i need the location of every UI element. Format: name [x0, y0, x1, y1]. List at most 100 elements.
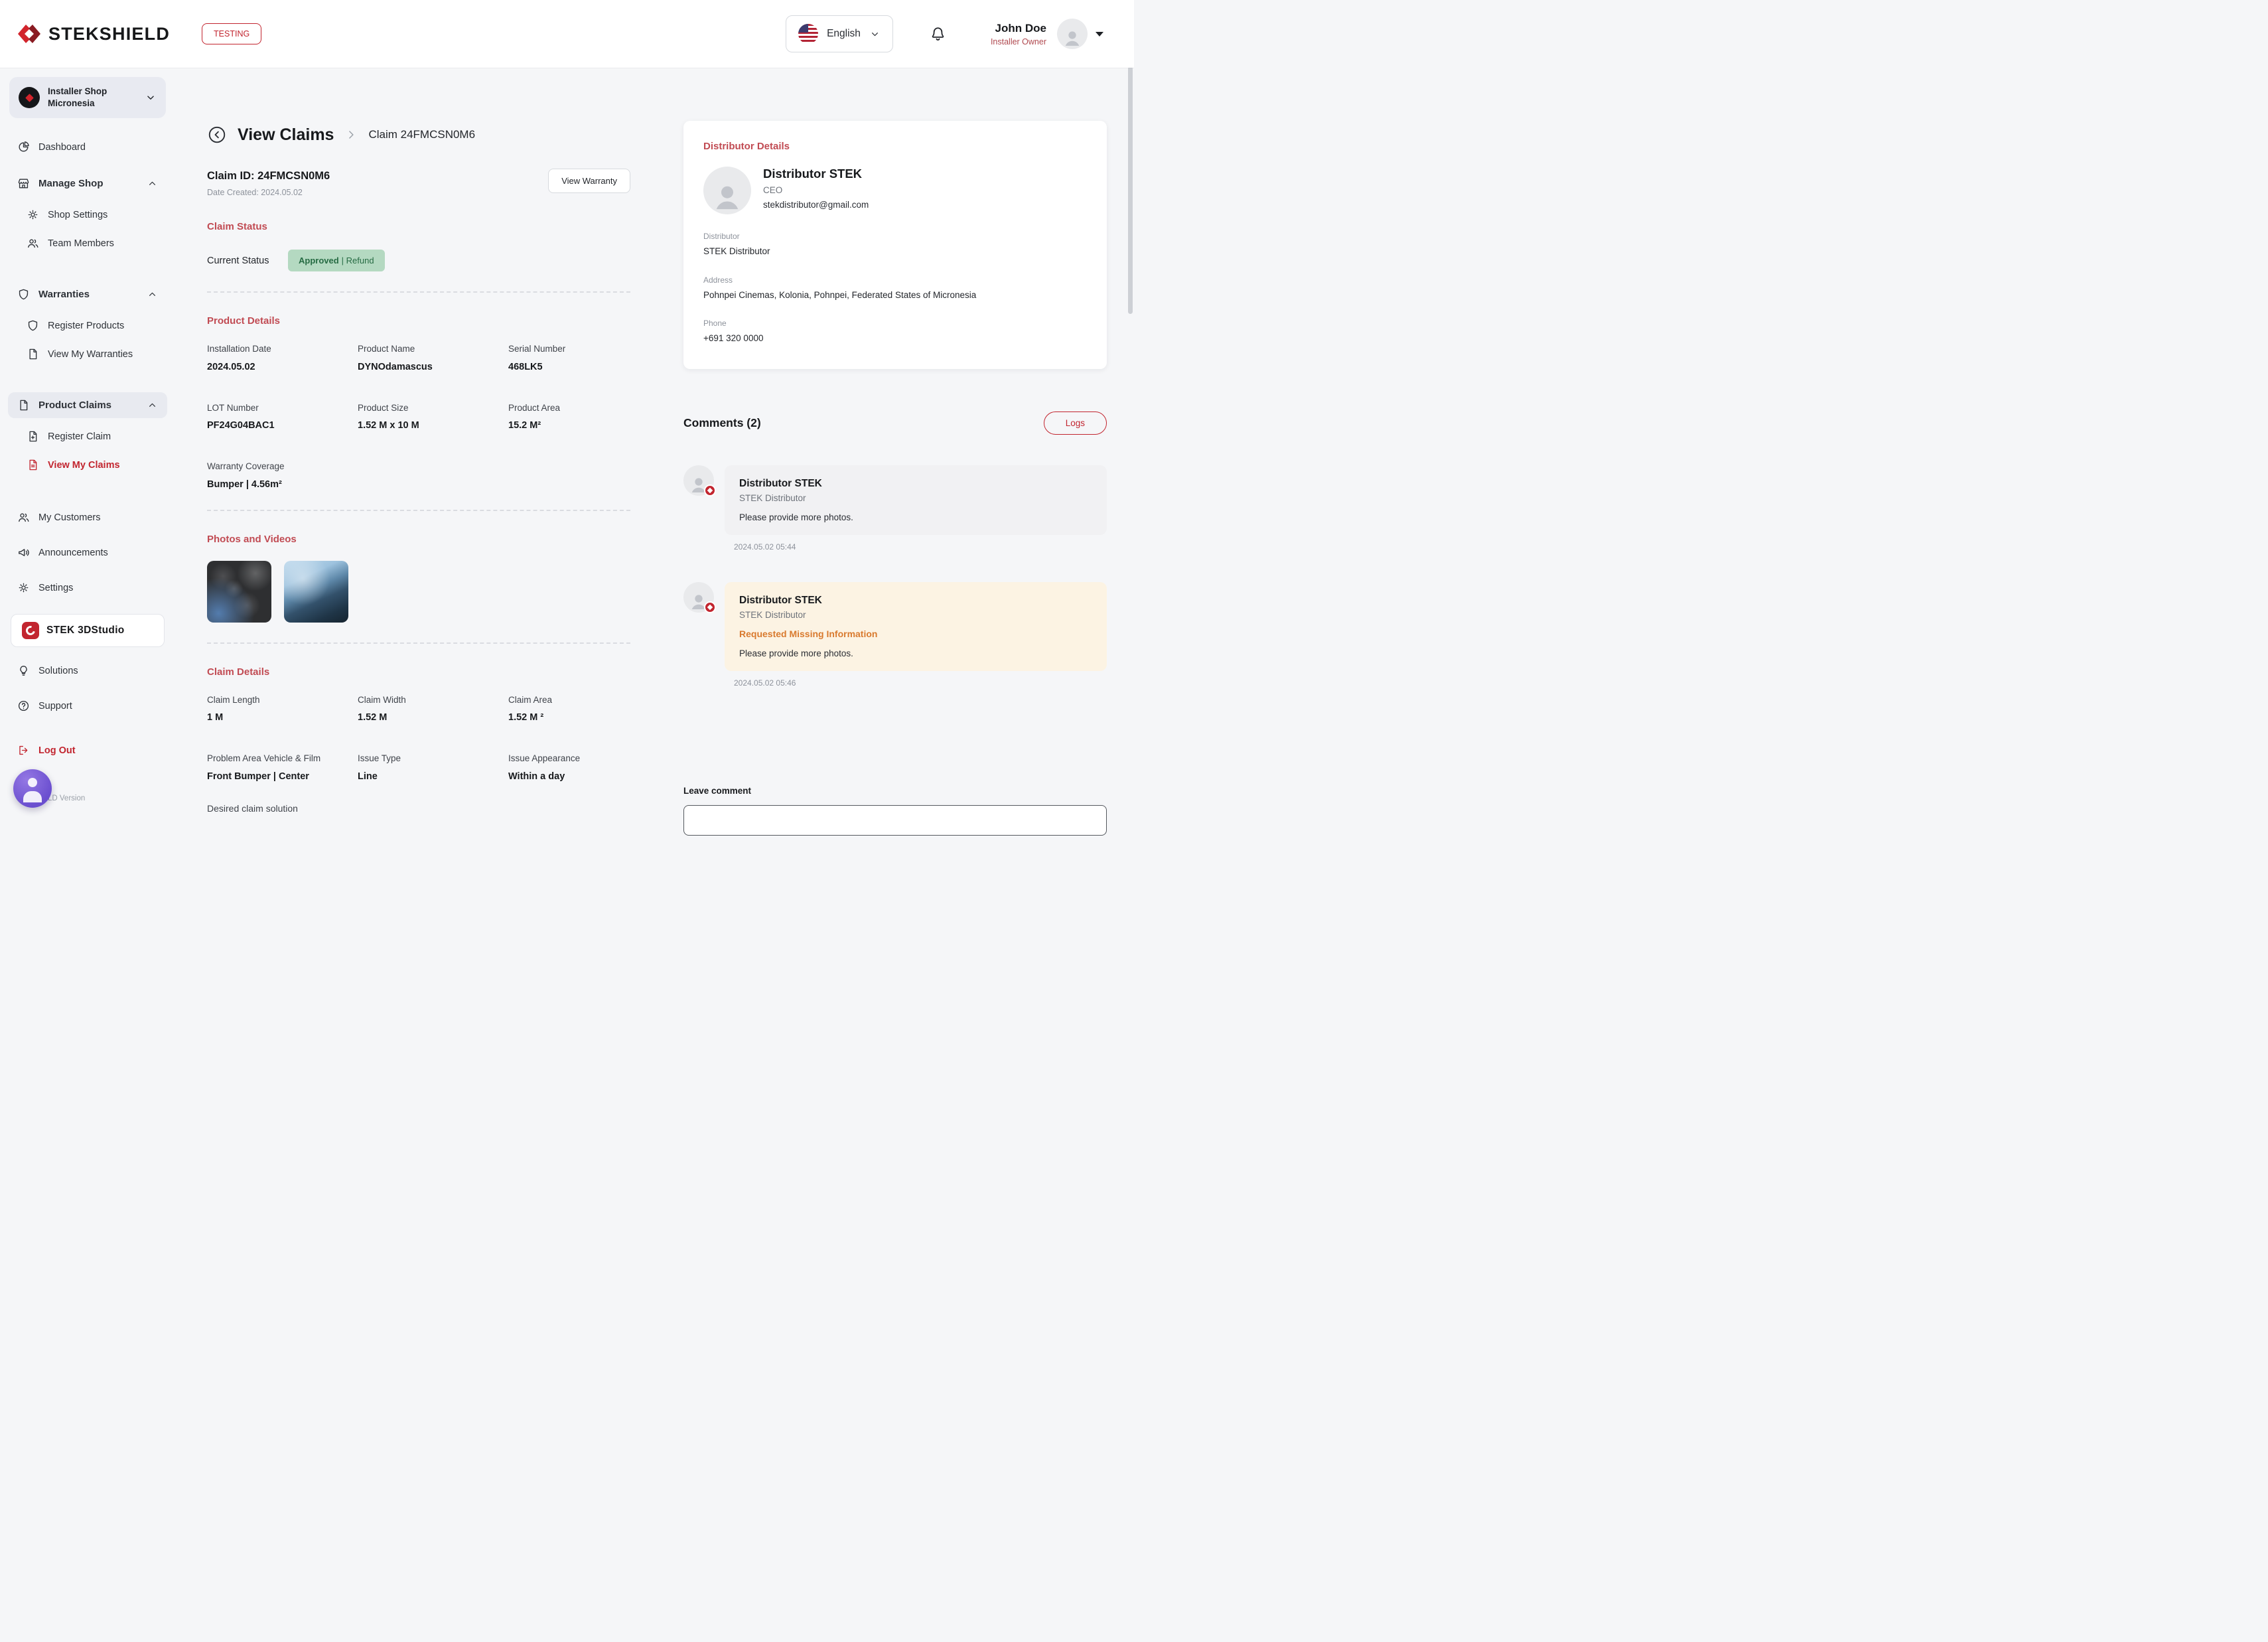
sidebar-item-product-claims[interactable]: Product Claims: [8, 392, 167, 418]
sidebar-item-register-products[interactable]: Register Products: [8, 313, 167, 338]
sidebar-item-label: Log Out: [38, 745, 76, 756]
sidebar-item-manage-shop[interactable]: Manage Shop: [8, 171, 167, 196]
manage-shop-icon: [17, 177, 30, 190]
comment-item: Distributor STEK STEK Distributor Reques…: [683, 582, 1107, 688]
sidebar-item-label: Manage Shop: [38, 178, 104, 189]
user-menu-caret-icon[interactable]: [1096, 32, 1103, 37]
sidebar-item-label: Announcements: [38, 548, 108, 558]
comment-avatar: [683, 582, 714, 613]
sidebar-item-register-claim[interactable]: Register Claim: [8, 423, 167, 449]
comment-text: Please provide more photos.: [739, 648, 1092, 658]
sidebar-item-label: Product Claims: [38, 400, 111, 411]
distributor-profile: Distributor STEK CEO stekdistributor@gma…: [703, 167, 1087, 214]
product-field: Serial Number 468LK5: [508, 342, 630, 372]
sidebar-item-label: Warranties: [38, 289, 90, 300]
status-badge-main: Approved: [299, 256, 339, 265]
sidebar-item-label: Shop Settings: [48, 210, 107, 220]
sidebar-item-solutions[interactable]: Solutions: [8, 658, 167, 684]
comment-body: Distributor STEK STEK Distributor Please…: [725, 465, 1107, 552]
field-value: 1.52 M: [358, 712, 508, 723]
comment-timestamp: 2024.05.02 05:44: [725, 542, 1107, 552]
sidebar-item-settings[interactable]: Settings: [8, 575, 167, 601]
leave-comment-label: Leave comment: [683, 786, 1107, 796]
claim-details-heading: Claim Details: [207, 666, 630, 678]
sidebar-item-support[interactable]: Support: [8, 693, 167, 719]
field-value: 1.52 M ²: [508, 712, 630, 723]
field-label: Phone: [703, 319, 1087, 328]
sidebar-item-team-members[interactable]: Team Members: [8, 230, 167, 256]
register-products-icon: [27, 319, 39, 332]
sidebar-item-label: Settings: [38, 583, 73, 593]
logs-button[interactable]: Logs: [1044, 411, 1107, 435]
view-warranty-button[interactable]: View Warranty: [548, 169, 630, 193]
person-icon: [1061, 27, 1084, 49]
comment-avatar: [683, 465, 714, 496]
field-label: Product Size: [358, 402, 508, 415]
stek-badge-icon: [704, 601, 716, 613]
field-value: Within a day: [508, 771, 630, 782]
sidebar-item-view-my-claims[interactable]: View My Claims: [8, 452, 167, 478]
language-selector[interactable]: English: [786, 15, 893, 52]
stekshield-logo-icon: [17, 24, 41, 44]
sidebar-item-shop-settings[interactable]: Shop Settings: [8, 202, 167, 228]
field-label: Distributor: [703, 232, 1087, 241]
field-value: 1.52 M x 10 M: [358, 420, 508, 431]
warranties-icon: [17, 288, 30, 301]
claim-field: Issue Type Line: [358, 752, 508, 782]
desired-claim-solution-label: Desired claim solution: [207, 803, 630, 814]
sidebar-item-label: View My Warranties: [48, 349, 133, 360]
field-label: Warranty Coverage: [207, 460, 358, 473]
sidebar-nav: Dashboard Manage Shop Shop Settings Team…: [8, 134, 167, 763]
status-badge: Approved| Refund: [288, 250, 385, 271]
sidebar-item-announcements[interactable]: Announcements: [8, 540, 167, 565]
user-info[interactable]: John Doe Installer Owner: [991, 22, 1046, 46]
section-divider: [207, 642, 630, 644]
stek-3dstudio-banner[interactable]: STEK 3DStudio: [11, 614, 165, 647]
back-button[interactable]: [207, 125, 227, 145]
team-members-icon: [27, 237, 39, 250]
product-details-heading: Product Details: [207, 315, 630, 327]
shop-avatar: [19, 87, 40, 108]
sidebar-item-dashboard[interactable]: Dashboard: [8, 134, 167, 160]
field-label: Issue Appearance: [508, 752, 630, 765]
sidebar-item-warranties[interactable]: Warranties: [8, 281, 167, 307]
claim-detail-panel: View Claims Claim 24FMCSN0M6 Claim ID: 2…: [207, 125, 630, 821]
sidebar-item-label: Dashboard: [38, 142, 86, 153]
logo[interactable]: STEKSHIELD: [17, 24, 170, 44]
photos-section: Photos and Videos: [207, 534, 630, 623]
notifications-bell-icon[interactable]: [929, 25, 947, 43]
chevron-up-icon: [147, 178, 158, 189]
shop-selector[interactable]: Installer Shop Micronesia: [9, 77, 166, 118]
sidebar-item-label: My Customers: [38, 512, 100, 523]
page-scrollbar: [1127, 0, 1134, 821]
user-name: John Doe: [991, 22, 1046, 35]
field-label: LOT Number: [207, 402, 358, 415]
sidebar-item-label: Register Products: [48, 321, 124, 331]
leave-comment-section: Leave comment: [683, 786, 1107, 836]
distributor-role: CEO: [763, 185, 869, 195]
page-scrollbar-thumb[interactable]: [1128, 66, 1133, 314]
sidebar-item-label: Solutions: [38, 666, 78, 676]
field-label: Issue Type: [358, 752, 508, 765]
sidebar-item-my-customers[interactable]: My Customers: [8, 504, 167, 530]
photos-row: [207, 561, 630, 623]
back-icon: [207, 125, 227, 145]
distributor-email: stekdistributor@gmail.com: [763, 200, 869, 210]
product-field: Product Name DYNOdamascus: [358, 342, 508, 372]
field-value: Pohnpei Cinemas, Kolonia, Pohnpei, Feder…: [703, 289, 1087, 302]
leave-comment-input[interactable]: [683, 805, 1107, 836]
comments-header: Comments (2) Logs: [683, 411, 1107, 435]
photos-heading: Photos and Videos: [207, 534, 630, 545]
sidebar-item-view-my-warranties[interactable]: View My Warranties: [8, 341, 167, 367]
field-value: 2024.05.02: [207, 362, 358, 372]
comment-text: Please provide more photos.: [739, 512, 1092, 522]
field-value: Bumper | 4.56m²: [207, 479, 358, 490]
section-divider: [207, 291, 630, 293]
sidebar: Installer Shop Micronesia Dashboard Mana…: [0, 68, 175, 821]
chat-widget-button[interactable]: [13, 769, 52, 808]
comment-author-role: STEK Distributor: [739, 610, 1092, 620]
user-avatar[interactable]: [1057, 19, 1088, 49]
damage-closeup-photo[interactable]: [207, 561, 271, 623]
car-bumper-photo[interactable]: [284, 561, 348, 623]
sidebar-item-log-out[interactable]: Log Out: [8, 737, 167, 763]
